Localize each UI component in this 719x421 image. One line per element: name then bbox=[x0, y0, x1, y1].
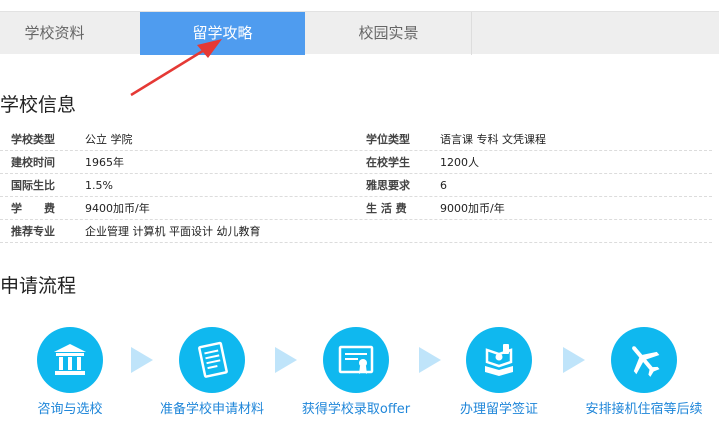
info-label: 国际生比 bbox=[11, 179, 55, 192]
process-title: 申请流程 bbox=[0, 275, 77, 297]
info-value: 9400加币/年 bbox=[85, 202, 150, 215]
process-step: 获得学校录取offer bbox=[286, 327, 426, 417]
step-label: 获得学校录取offer bbox=[301, 402, 411, 417]
step-circle bbox=[37, 327, 103, 393]
step-label: 咨询与选校 bbox=[37, 402, 103, 417]
info-label: 推荐专业 bbox=[11, 225, 55, 238]
info-value: 语言课 专科 文凭课程 bbox=[440, 133, 546, 146]
info-label: 生 活 费 bbox=[366, 202, 407, 215]
info-label: 学 费 bbox=[11, 202, 55, 215]
tab-bar: 学校资料 留学攻略 校园实景 bbox=[0, 11, 719, 55]
table-row: 学校类型 公立 学院 学位类型 语言课 专科 文凭课程 bbox=[0, 128, 712, 151]
info-value: 1.5% bbox=[85, 179, 113, 192]
info-value: 6 bbox=[440, 179, 447, 192]
tab-campus-view[interactable]: 校园实景 bbox=[306, 12, 471, 55]
step-label: 办理留学签证 bbox=[459, 402, 538, 417]
info-value: 企业管理 计算机 平面设计 幼儿教育 bbox=[85, 225, 261, 238]
certificate-icon bbox=[338, 345, 374, 374]
tab-study-guide[interactable]: 留学攻略 bbox=[140, 12, 305, 55]
step-circle bbox=[323, 327, 389, 393]
info-value: 1965年 bbox=[85, 156, 124, 169]
table-row: 学 费 9400加币/年 生 活 费 9000加币/年 bbox=[0, 197, 712, 220]
table-row: 推荐专业 企业管理 计算机 平面设计 幼儿教育 bbox=[0, 220, 712, 243]
info-label: 雅思要求 bbox=[366, 179, 410, 192]
table-row: 国际生比 1.5% 雅思要求 6 bbox=[0, 174, 712, 197]
step-circle bbox=[611, 327, 677, 393]
step-circle bbox=[466, 327, 532, 393]
school-info-table: 学校类型 公立 学院 学位类型 语言课 专科 文凭课程 建校时间 1965年 在… bbox=[0, 128, 712, 243]
tab-divider bbox=[471, 12, 472, 55]
info-value: 1200人 bbox=[440, 156, 479, 169]
step-circle bbox=[179, 327, 245, 393]
info-label: 在校学生 bbox=[366, 156, 410, 169]
table-row: 建校时间 1965年 在校学生 1200人 bbox=[0, 151, 712, 174]
info-label: 学位类型 bbox=[366, 133, 410, 146]
info-value: 公立 学院 bbox=[85, 133, 133, 146]
info-label: 建校时间 bbox=[11, 156, 55, 169]
passport-icon bbox=[485, 344, 513, 376]
info-value: 9000加币/年 bbox=[440, 202, 505, 215]
school-info-title: 学校信息 bbox=[0, 94, 77, 116]
document-icon bbox=[198, 341, 228, 378]
process-step: 咨询与选校 bbox=[0, 327, 140, 417]
step-label: 准备学校申请材料 bbox=[159, 402, 264, 417]
info-label: 学校类型 bbox=[11, 133, 55, 146]
step-label: 安排接机住宿等后续 bbox=[585, 402, 703, 417]
process-step: 准备学校申请材料 bbox=[142, 327, 282, 417]
bank-icon bbox=[54, 344, 86, 375]
process-step: 办理留学签证 bbox=[429, 327, 569, 417]
tab-school-profile[interactable]: 学校资料 bbox=[0, 12, 137, 55]
process-step: 安排接机住宿等后续 bbox=[574, 327, 714, 417]
airplane-icon bbox=[632, 346, 660, 377]
